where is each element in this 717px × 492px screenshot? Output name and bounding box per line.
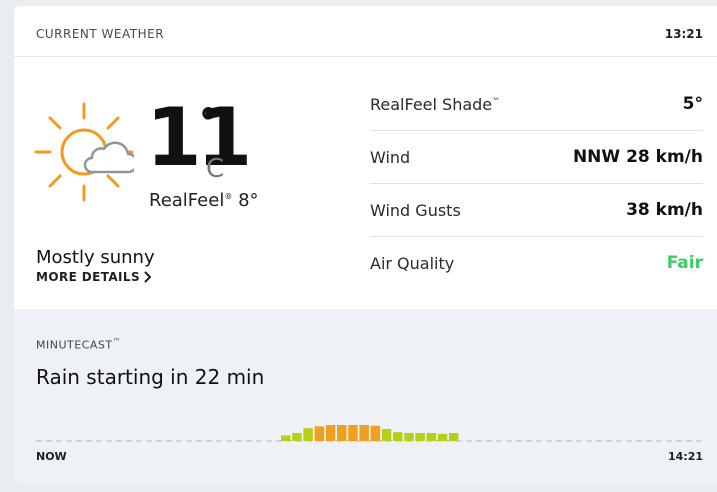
- precipitation-bar: [337, 425, 347, 441]
- precipitation-bar: [359, 425, 369, 441]
- detail-label: Wind: [370, 148, 411, 167]
- detail-label: Air Quality: [370, 254, 455, 273]
- temperature-unit: C: [206, 154, 225, 184]
- more-details-label: MORE DETAILS: [36, 270, 141, 284]
- precipitation-bar: [281, 435, 291, 441]
- detail-label: RealFeel Shade™: [370, 95, 501, 114]
- air-quality-value: Fair: [666, 253, 703, 273]
- realfeel: RealFeel® 8°: [149, 190, 259, 211]
- precipitation-bar: [370, 425, 381, 441]
- realfeel-label: RealFeel: [149, 190, 225, 211]
- precipitation-bar: [348, 425, 358, 441]
- detail-row-wind: Wind NNW 28 km/h: [370, 131, 703, 184]
- current-temperature: 11: [146, 91, 252, 184]
- more-details-link[interactable]: MORE DETAILS: [36, 270, 152, 284]
- precipitation-bar: [404, 433, 414, 441]
- sun-behind-cloud-icon: [34, 102, 139, 206]
- precipitation-bar: [393, 432, 403, 441]
- precipitation-bar: [449, 433, 459, 441]
- precipitation-bar: [381, 429, 392, 441]
- precipitation-chart: [36, 425, 703, 442]
- detail-row-air-quality: Air Quality Fair: [370, 237, 703, 289]
- degree-symbol: °: [199, 101, 218, 145]
- minutecast-title: MINUTECAST™: [36, 337, 122, 352]
- precipitation-bar: [314, 426, 325, 441]
- weather-details: RealFeel Shade™ 5° Wind NNW 28 km/h Wind…: [370, 78, 703, 289]
- card-header: CURRENT WEATHER 13:21: [14, 6, 717, 57]
- precipitation-bar: [437, 433, 448, 441]
- precipitation-bar: [292, 433, 302, 441]
- timeline-start-label: NOW: [36, 450, 67, 463]
- precipitation-bar: [426, 433, 437, 441]
- precipitation-bar: [325, 425, 336, 441]
- chevron-right-icon: [144, 271, 152, 283]
- realfeel-value: 8°: [238, 190, 259, 211]
- minutecast-section: MINUTECAST™ Rain starting in 22 min NOW …: [14, 309, 717, 484]
- detail-row-wind-gusts: Wind Gusts 38 km/h: [370, 184, 703, 237]
- trademark-mark: ™: [492, 96, 501, 106]
- detail-row-realfeel-shade: RealFeel Shade™ 5°: [370, 78, 703, 131]
- detail-label: Wind Gusts: [370, 201, 461, 220]
- timeline-end-label: 14:21: [667, 450, 703, 463]
- detail-value: 38 km/h: [626, 200, 703, 220]
- minutecast-phrase: Rain starting in 22 min: [36, 365, 265, 389]
- detail-value: 5°: [682, 94, 703, 114]
- current-weather-card: CURRENT WEATHER 13:21 11 ° C RealFeel® 8…: [14, 6, 717, 484]
- registered-mark: ®: [224, 192, 233, 201]
- detail-value: NNW 28 km/h: [572, 147, 703, 167]
- precipitation-bar: [415, 433, 425, 441]
- trademark-mark: ™: [112, 337, 122, 346]
- precipitation-bar: [303, 428, 313, 441]
- card-title: CURRENT WEATHER: [36, 27, 165, 41]
- observation-time: 13:21: [664, 27, 703, 41]
- weather-phrase: Mostly sunny: [36, 247, 155, 268]
